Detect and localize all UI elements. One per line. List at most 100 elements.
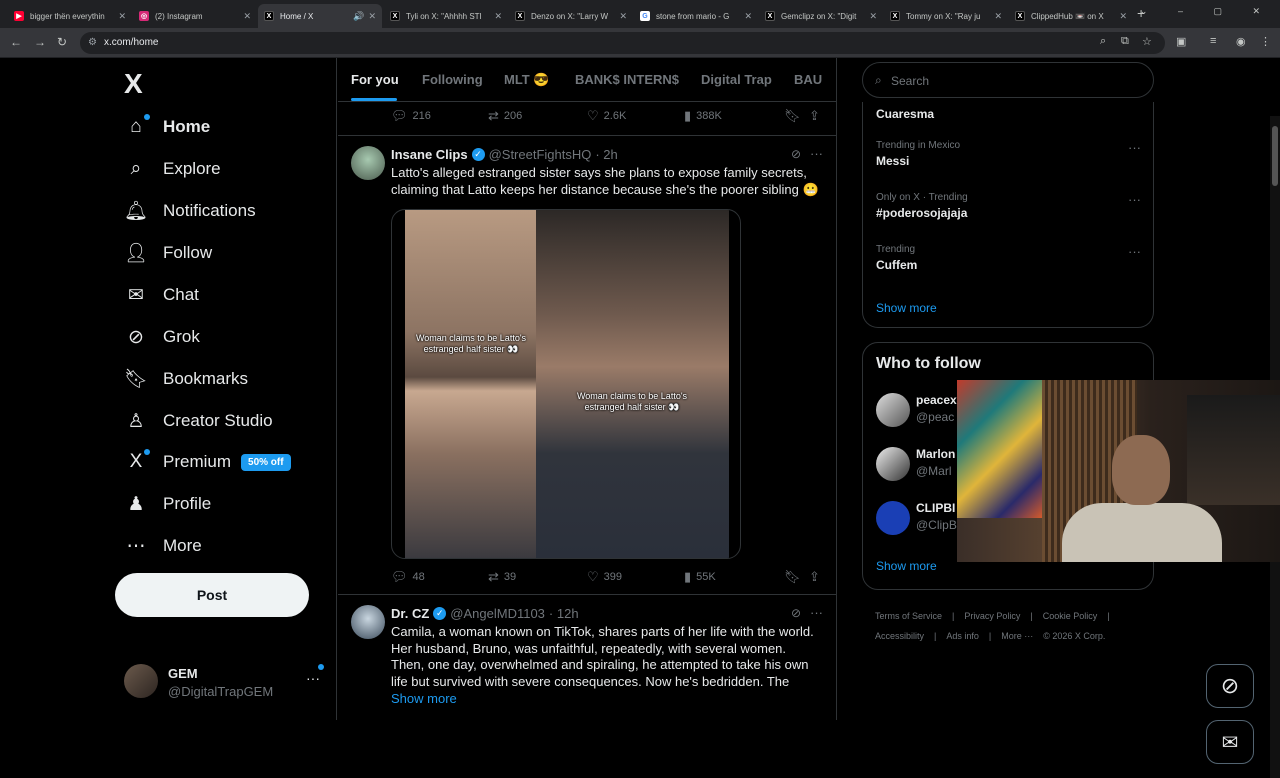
repost-button[interactable]: ⇄ 39: [488, 569, 516, 585]
back-icon[interactable]: ←: [10, 35, 22, 49]
views-button[interactable]: ▮ 55K: [684, 569, 716, 585]
nav-item-explore[interactable]: ⌕ Explore: [124, 150, 221, 188]
nav-item-profile[interactable]: ♟ Profile: [124, 485, 211, 523]
close-tab-icon[interactable]: ✕: [368, 11, 376, 22]
profile-icon[interactable]: ◉: [1236, 35, 1246, 48]
like-button[interactable]: ♡ 2.6K: [587, 108, 626, 124]
tweet[interactable]: Insane Clips ✓ @StreetFightsHQ · 2h ⊘ ··…: [338, 135, 836, 593]
author-handle[interactable]: @AngelMD1103: [450, 606, 545, 621]
reply-button[interactable]: 💬︎ 48: [391, 569, 425, 585]
close-tab-icon[interactable]: ✕: [619, 11, 627, 22]
more-icon[interactable]: ···: [1128, 192, 1141, 207]
grok-fab-button[interactable]: ⊘: [1206, 664, 1254, 708]
tab-search-icon[interactable]: ▣: [1176, 35, 1186, 48]
bookmark-button[interactable]: 🔖︎: [784, 108, 806, 124]
tweet[interactable]: Dr. CZ ✓ @AngelMD1103 · 12h ⊘ ··· Camila…: [338, 594, 836, 720]
reply-button[interactable]: 💬︎ 216: [391, 108, 431, 124]
browser-tab[interactable]: ◎ (2) Instagram ✕: [133, 4, 257, 28]
browser-tab[interactable]: Gstone from mario - G ✕: [634, 4, 758, 28]
nav-item-grok[interactable]: ⊘ Grok: [124, 318, 200, 356]
more-icon[interactable]: ···: [1128, 140, 1141, 155]
share-button[interactable]: ⇪: [809, 569, 825, 585]
nav-item-premium[interactable]: X Premium 50% off: [124, 443, 291, 481]
like-button[interactable]: ♡ 399: [587, 569, 622, 585]
tab-mlt[interactable]: MLT 😎: [504, 72, 550, 88]
tweet-time[interactable]: · 12h: [549, 606, 579, 621]
messages-fab-button[interactable]: ✉: [1206, 720, 1254, 764]
bookmark-star-icon[interactable]: ☆: [1142, 35, 1152, 48]
post-button[interactable]: Post: [115, 573, 309, 617]
browser-tab[interactable]: X Denzo on X: "Larry W ✕: [509, 4, 633, 28]
nav-item-bookmarks[interactable]: 🔖︎ Bookmarks: [124, 360, 248, 398]
reading-list-icon[interactable]: ≡: [1210, 35, 1216, 47]
search-input[interactable]: ⌕ Search: [862, 62, 1154, 98]
close-tab-icon[interactable]: ✕: [994, 11, 1002, 22]
browser-tab[interactable]: X Gemclipz on X: "Digit ✕: [759, 4, 883, 28]
install-icon[interactable]: ⧉: [1121, 35, 1129, 48]
close-tab-icon[interactable]: ✕: [1119, 11, 1127, 22]
views-button[interactable]: ▮ 388K: [684, 108, 722, 124]
bookmark-button[interactable]: 🔖︎: [784, 569, 806, 585]
browser-tab[interactable]: X ClippedHub 📼 on X ✕: [1009, 4, 1133, 28]
reload-icon[interactable]: ↻: [57, 35, 67, 49]
audio-icon[interactable]: 🔊: [353, 11, 364, 22]
close-tab-icon[interactable]: ✕: [494, 11, 502, 22]
nav-item-more[interactable]: ⋯ More: [124, 527, 202, 565]
trend-item[interactable]: Only on X · Trending #poderosojajaja ···: [876, 192, 1141, 220]
author-name[interactable]: Dr. CZ: [391, 606, 429, 621]
more-icon[interactable]: ···: [1128, 244, 1141, 259]
browser-menu-icon[interactable]: ⋮: [1260, 35, 1271, 48]
trend-item[interactable]: Trending Cuffem ···: [876, 244, 1141, 272]
nav-item-follow[interactable]: 👤︎ Follow: [124, 234, 212, 272]
nav-item-notifications[interactable]: 🔔︎ Notifications: [124, 192, 256, 230]
browser-tab-active[interactable]: X Home / X 🔊 ✕: [258, 4, 382, 28]
close-tab-icon[interactable]: ✕: [243, 11, 251, 22]
avatar[interactable]: [351, 146, 385, 180]
show-more-link[interactable]: Show more: [391, 691, 457, 706]
more-icon[interactable]: ···: [810, 146, 823, 161]
browser-tab[interactable]: X Tommy on X: "Ray ju ✕: [884, 4, 1008, 28]
footer-link-privacy[interactable]: Privacy Policy: [964, 611, 1020, 621]
show-more-link[interactable]: Show more: [876, 559, 937, 573]
tweet-time[interactable]: · 2h: [595, 147, 617, 162]
close-tab-icon[interactable]: ✕: [869, 11, 877, 22]
trend-item[interactable]: Cuaresma: [876, 104, 1141, 121]
address-bar[interactable]: ⚙ x.com/home: [80, 32, 1165, 54]
close-tab-icon[interactable]: ✕: [118, 11, 126, 22]
repost-button[interactable]: ⇄ 206: [488, 108, 522, 124]
window-controls[interactable]: ⌄ – ▢ ✕: [1140, 6, 1274, 17]
footer-link-ads-info[interactable]: Ads info: [946, 631, 979, 641]
account-switcher[interactable]: GEM @DigitalTrapGEM ···: [124, 664, 324, 700]
avatar[interactable]: [351, 605, 385, 639]
nav-item-chat[interactable]: ✉ Chat: [124, 276, 199, 314]
tab-bau[interactable]: BAU: [794, 72, 822, 87]
zoom-icon[interactable]: ⌕: [1100, 35, 1106, 48]
tab-digital-trap[interactable]: Digital Trap: [701, 72, 772, 87]
site-info-icon[interactable]: ⚙: [88, 37, 97, 48]
author-handle[interactable]: @StreetFightsHQ: [489, 147, 592, 162]
more-icon[interactable]: ···: [306, 670, 320, 686]
footer-link-more[interactable]: More ···: [1001, 631, 1033, 641]
author-name[interactable]: Insane Clips: [391, 147, 468, 162]
more-icon[interactable]: ···: [810, 605, 823, 620]
footer-link-terms[interactable]: Terms of Service: [875, 611, 942, 621]
close-tab-icon[interactable]: ✕: [744, 11, 752, 22]
browser-tab[interactable]: X Tyli on X: "Ahhhh STI ✕: [384, 4, 508, 28]
grok-icon[interactable]: ⊘: [791, 147, 801, 161]
share-button[interactable]: ⇪: [809, 108, 825, 124]
forward-icon[interactable]: →: [34, 35, 46, 49]
tweet-media-video[interactable]: Woman claims to be Latto's estranged hal…: [391, 209, 741, 559]
nav-item-creator-studio[interactable]: ♙ Creator Studio: [124, 402, 272, 440]
footer-link-cookies[interactable]: Cookie Policy: [1043, 611, 1098, 621]
trend-item[interactable]: Trending in Mexico Messi ···: [876, 140, 1141, 168]
tab-following[interactable]: Following: [422, 72, 483, 87]
footer-link-accessibility[interactable]: Accessibility: [875, 631, 924, 641]
show-more-link[interactable]: Show more: [876, 301, 937, 315]
grok-icon[interactable]: ⊘: [791, 606, 801, 620]
browser-tab[interactable]: ▶ bigger thën everythin ✕: [8, 4, 132, 28]
x-logo-icon[interactable]: X: [124, 68, 143, 100]
scrollbar-thumb[interactable]: [1272, 126, 1278, 186]
nav-item-home[interactable]: ⌂ Home: [124, 108, 210, 146]
tab-for-you[interactable]: For you: [351, 72, 399, 87]
tab-bank-interns[interactable]: BANK$ INTERN$: [575, 72, 679, 87]
